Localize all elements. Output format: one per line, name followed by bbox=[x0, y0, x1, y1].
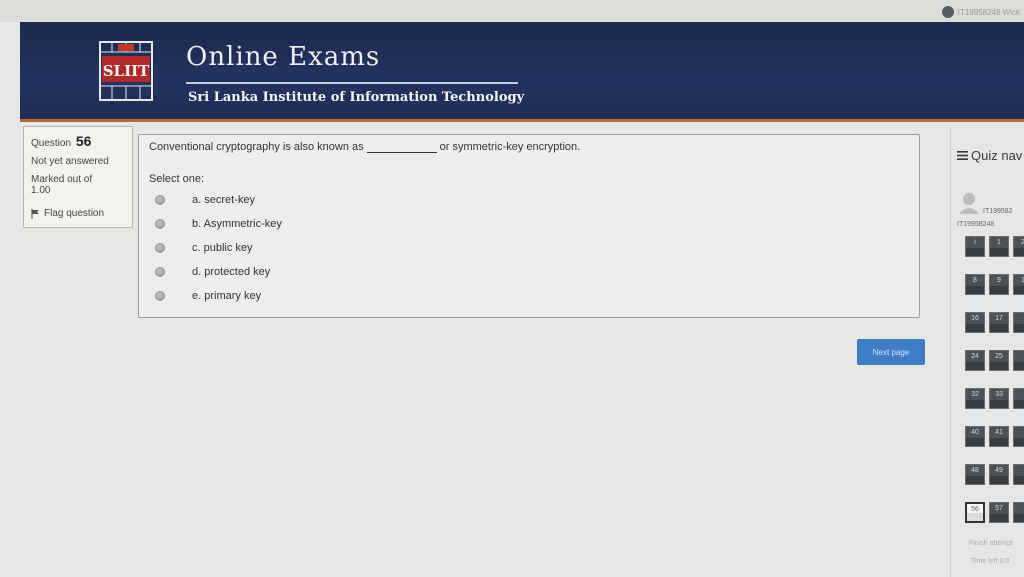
nav-cell[interactable]: 17 bbox=[989, 312, 1009, 333]
next-page-button[interactable]: Next page bbox=[857, 339, 925, 365]
nav-cell[interactable] bbox=[1013, 502, 1024, 523]
nav-cell[interactable]: i bbox=[965, 236, 985, 257]
question-number: 56 bbox=[75, 133, 92, 149]
option-label: a. secret-key bbox=[192, 194, 255, 206]
radio-button[interactable] bbox=[155, 243, 165, 253]
question-panel: Conventional cryptography is also known … bbox=[138, 134, 920, 318]
user-avatar-icon bbox=[959, 193, 979, 214]
site-title: Online Exams bbox=[186, 42, 381, 72]
quiz-nav-title: Quiz nav bbox=[971, 148, 1023, 163]
flag-label: Flag question bbox=[44, 208, 105, 219]
radio-button[interactable] bbox=[155, 291, 165, 301]
nav-cell[interactable]: 25 bbox=[989, 350, 1009, 371]
sliit-logo: SLIIT bbox=[99, 41, 153, 101]
flag-icon bbox=[31, 208, 39, 219]
nav-cell[interactable] bbox=[1013, 426, 1024, 447]
menu-icon bbox=[957, 151, 968, 160]
marked-label: Marked out of bbox=[31, 174, 93, 185]
browser-top-bar: IT19958248 Wick bbox=[0, 0, 1024, 22]
answer-status: Not yet answered bbox=[31, 156, 109, 167]
site-header: SLIIT Online Exams Sri Lanka Institute o… bbox=[20, 22, 1024, 122]
question-number-line: Question 56 bbox=[31, 133, 125, 149]
user-name: IT19958248 Wick bbox=[957, 7, 1020, 17]
option-label: c. public key bbox=[192, 242, 253, 254]
user-menu[interactable]: IT19958248 Wick bbox=[941, 4, 1020, 20]
answer-blank bbox=[366, 152, 437, 153]
nav-cell[interactable]: 40 bbox=[965, 426, 985, 447]
select-one-label: Select one: bbox=[149, 173, 205, 185]
nav-cell[interactable] bbox=[1013, 388, 1024, 409]
user-id: IT19958248 bbox=[957, 221, 995, 228]
marked-value: 1.00 bbox=[31, 185, 51, 196]
nav-cell[interactable]: 24 bbox=[965, 350, 985, 371]
question-text-before: Conventional cryptography is also known … bbox=[149, 141, 364, 153]
nav-cell[interactable]: 1 bbox=[1013, 274, 1024, 295]
finish-attempt-link[interactable]: Finish attempt bbox=[969, 540, 1013, 547]
radio-button[interactable] bbox=[155, 267, 165, 277]
institute-name: Sri Lanka Institute of Information Techn… bbox=[188, 90, 525, 105]
question-text-after: or symmetric-key encryption. bbox=[439, 141, 581, 153]
nav-cell[interactable]: 2 bbox=[1013, 236, 1024, 257]
nav-cell[interactable]: 1 bbox=[989, 236, 1009, 257]
nav-cell[interactable] bbox=[1013, 350, 1024, 371]
nav-cell[interactable]: 32 bbox=[965, 388, 985, 409]
nav-cell[interactable]: 57 bbox=[989, 502, 1009, 523]
marks-info: Marked out of 1.00 bbox=[31, 174, 125, 196]
option-e[interactable]: e. primary key bbox=[149, 284, 909, 308]
user-id-short: IT199582 bbox=[983, 208, 1013, 215]
user-avatar-icon bbox=[941, 6, 954, 18]
nav-cell[interactable]: 41 bbox=[989, 426, 1009, 447]
option-d[interactable]: d. protected key bbox=[149, 260, 909, 284]
radio-button[interactable] bbox=[155, 195, 165, 205]
logo-text: SLIIT bbox=[103, 62, 150, 80]
option-label: b. Asymmetric-key bbox=[192, 218, 282, 230]
radio-button[interactable] bbox=[155, 219, 165, 229]
option-label: e. primary key bbox=[192, 290, 262, 302]
question-nav-grid: i 1 2 8 9 1 16 17 24 25 32 33 40 41 48 49 56 57 bbox=[965, 236, 1024, 523]
quiz-nav-header[interactable]: Quiz nav bbox=[957, 148, 1022, 163]
nav-cell[interactable]: 48 bbox=[965, 464, 985, 485]
nav-cell[interactable]: 16 bbox=[965, 312, 985, 333]
nav-cell[interactable]: 8 bbox=[965, 274, 985, 295]
option-a[interactable]: a. secret-key bbox=[149, 188, 909, 212]
option-c[interactable]: c. public key bbox=[149, 236, 909, 260]
title-divider bbox=[186, 82, 518, 84]
nav-cell[interactable] bbox=[1013, 464, 1024, 485]
question-text: Conventional cryptography is also known … bbox=[149, 141, 909, 153]
question-label: Question bbox=[31, 138, 72, 149]
nav-cell[interactable] bbox=[1013, 312, 1024, 333]
answer-options: a. secret-key b. Asymmetric-key c. publi… bbox=[149, 188, 909, 308]
flag-question-link[interactable]: Flag question bbox=[31, 208, 125, 219]
option-b[interactable]: b. Asymmetric-key bbox=[149, 212, 909, 236]
nav-cell[interactable]: 49 bbox=[989, 464, 1009, 485]
option-label: d. protected key bbox=[192, 266, 271, 278]
time-left: Time left 0:0 bbox=[971, 558, 1010, 565]
nav-cell[interactable]: 9 bbox=[989, 274, 1009, 295]
question-info-panel: Question 56 Not yet answered Marked out … bbox=[23, 126, 133, 228]
nav-cell-current[interactable]: 56 bbox=[965, 502, 985, 523]
nav-cell[interactable]: 33 bbox=[989, 388, 1009, 409]
quiz-navigation-panel: Quiz nav IT199582 IT19958248 i 1 2 8 9 1 16 17 2… bbox=[950, 128, 1024, 577]
